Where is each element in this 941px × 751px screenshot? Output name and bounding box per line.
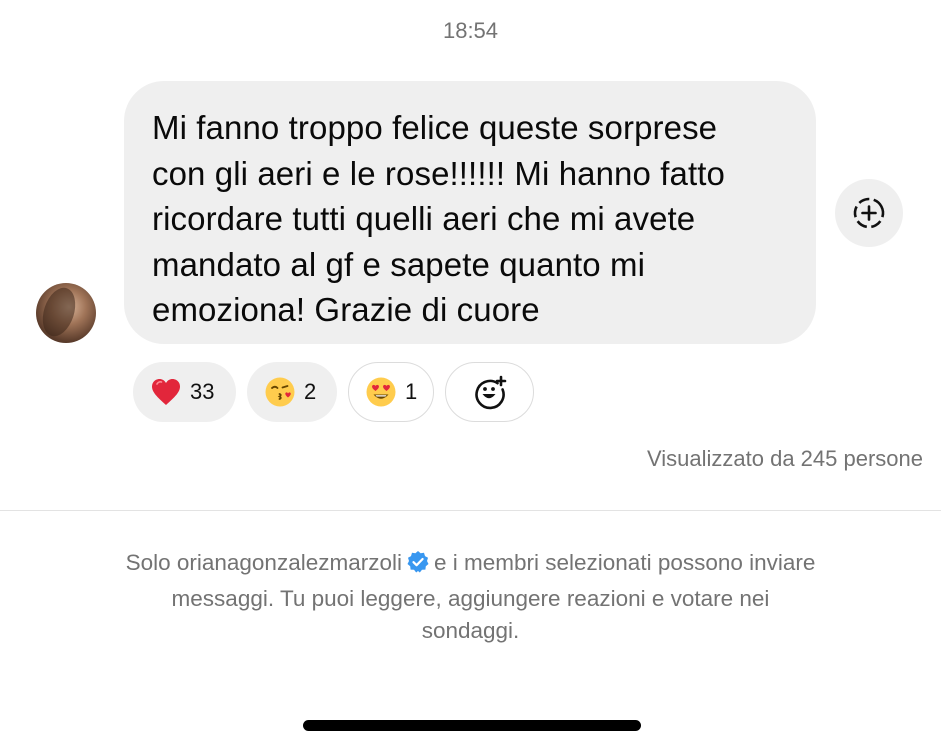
sender-avatar[interactable]	[36, 283, 96, 343]
reaction-count: 33	[190, 379, 215, 404]
heart-eyes-icon	[365, 376, 397, 408]
reaction-heart-eyes[interactable]: 1	[348, 362, 434, 422]
message-line: Mi fanno troppo felice queste sorprese	[152, 109, 718, 146]
verified-badge-icon	[406, 550, 430, 583]
permission-notice: Solo orianagonzalezmarzoli e i membri sel…	[40, 547, 901, 647]
reaction-count: 2	[304, 379, 317, 404]
add-reaction-icon	[474, 375, 506, 410]
add-reaction-button[interactable]	[445, 362, 534, 422]
message-timestamp: 18:54	[442, 18, 499, 43]
message-bubble[interactable]: Mi fanno troppo felice queste sorprese c…	[124, 81, 816, 344]
notice-line-2: messaggi. Tu puoi leggere, aggiungere re…	[171, 586, 770, 611]
notice-line-1: Solo orianagonzalezmarzoli e i membri sel…	[40, 547, 901, 583]
message-line: emoziona! Grazie di cuore	[152, 291, 540, 328]
message-line: con gli aeri e le rose!!!!!! Mi hanno fa…	[152, 154, 725, 192]
seen-by-count: Visualizzato da 245 persone	[646, 446, 923, 471]
add-circle-dashed-icon	[853, 197, 885, 229]
save-message-button[interactable]	[835, 179, 903, 247]
red-heart-icon	[150, 376, 182, 408]
footer-divider	[0, 510, 941, 511]
reaction-kiss[interactable]: 2	[247, 362, 337, 422]
reaction-count: 1	[405, 379, 418, 404]
notice-text-start: Solo orianagonzalezmarzoli	[125, 550, 402, 575]
notice-text-end: e i membri selezionati possono inviare	[433, 550, 816, 575]
face-blowing-kiss-icon	[264, 376, 296, 408]
message-line: mandato al gf e sapete quanto mi	[152, 245, 646, 283]
notice-line-3: sondaggi.	[421, 618, 520, 643]
message-line: ricordare tutti quelli aeri che mi avete	[152, 200, 696, 237]
reaction-heart[interactable]: 33	[133, 362, 236, 422]
home-indicator[interactable]	[303, 720, 641, 731]
